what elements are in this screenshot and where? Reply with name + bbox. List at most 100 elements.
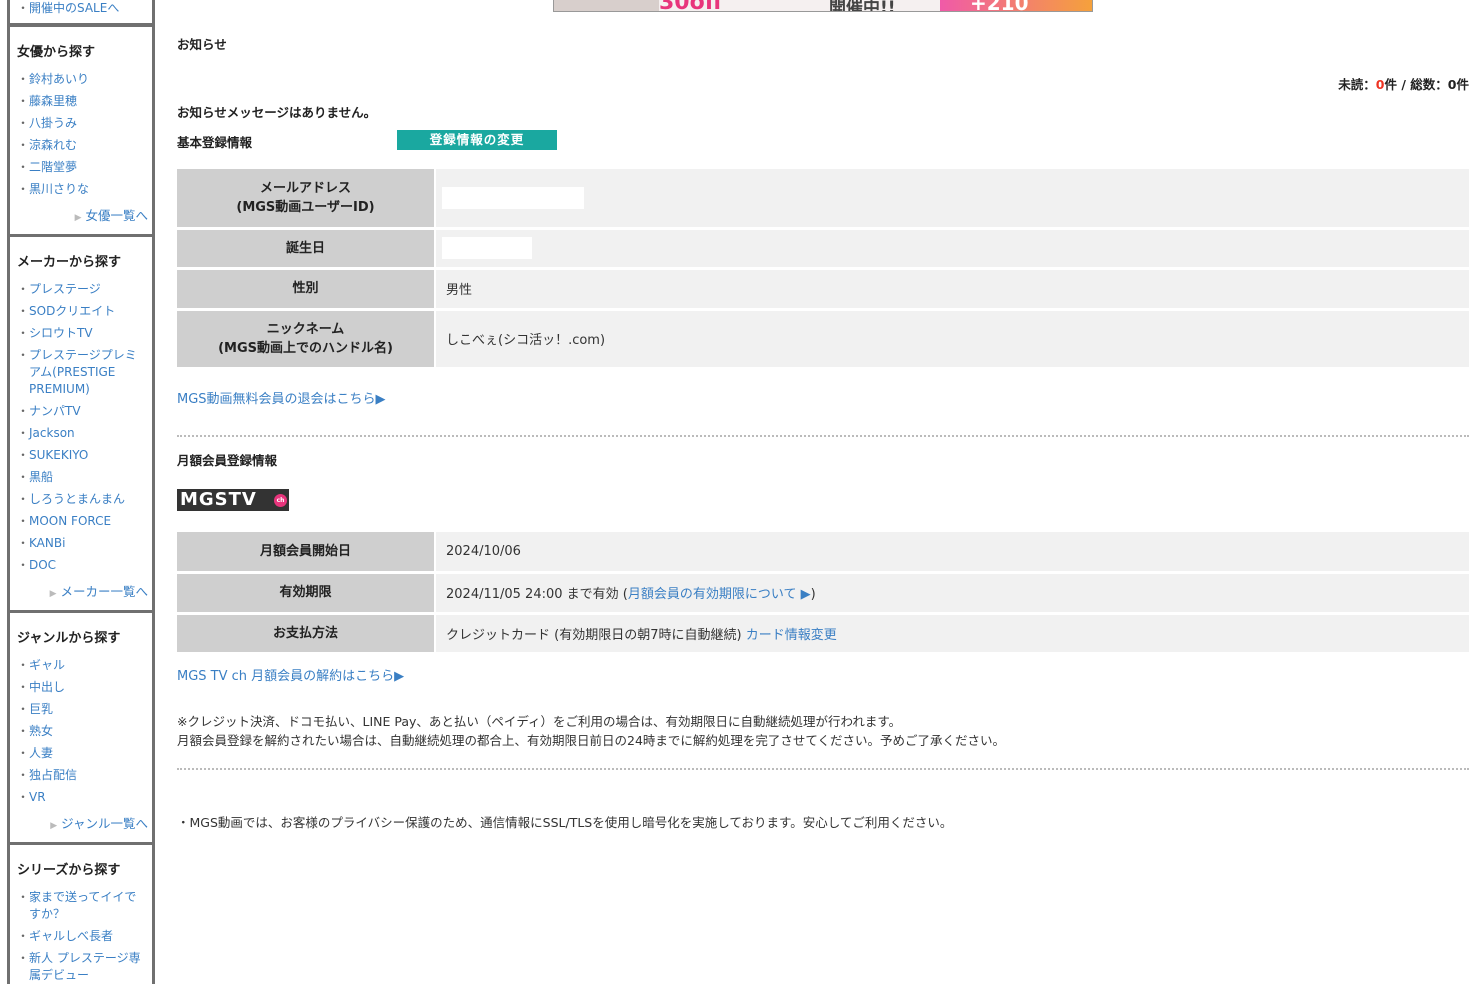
list-item: ・黒川さりな [17, 181, 90, 198]
genre-link[interactable]: 人妻 [29, 745, 53, 762]
actress-link[interactable]: 黒川さりな [29, 181, 89, 198]
list-item: ・涼森れむ [17, 137, 78, 154]
maker-link[interactable]: しろうとまんまん [29, 491, 125, 508]
series-list: ・家まで送ってイイですか？ ・ギャルしべ長者 ・新人 プレステージ専属デビュー [17, 889, 152, 984]
withdraw-link[interactable]: MGS動画無料会員の退会はこちら▶ [177, 388, 386, 407]
divider [177, 768, 1469, 770]
maker-section-title: メーカーから探す [17, 255, 122, 270]
sale-link[interactable]: 開催中のSALEへ [29, 0, 119, 17]
expiry-info-link[interactable]: 月額会員の有効期限について ▶ [628, 587, 811, 602]
banner-text-right: +210 [970, 0, 1029, 12]
edit-registration-button[interactable]: 登録情報の変更 [397, 130, 557, 150]
email-masked-field [442, 186, 584, 209]
table-row: メールアドレス (MGS動画ユーザーID) [177, 169, 1469, 230]
actress-link[interactable]: 八掛うみ [29, 115, 77, 132]
ch-badge-icon: ch [274, 494, 287, 507]
maker-link[interactable]: DOC [29, 557, 56, 574]
card-change-link[interactable]: カード情報変更 [746, 628, 837, 643]
list-item: ・家まで送ってイイですか？ [17, 889, 152, 923]
nickname-label: ニックネーム (MGS動画上でのハンドル名) [177, 309, 436, 370]
maker-link[interactable]: SODクリエイト [29, 303, 115, 320]
empty-notice-message: お知らせメッセージはありません。 [177, 105, 377, 120]
list-item: ・しろうとまんまん [17, 491, 126, 508]
mgstv-logo: MGSTV ch [177, 489, 289, 511]
genre-link[interactable]: ギャル [29, 657, 65, 674]
maker-link[interactable]: MOON FORCE [29, 513, 111, 530]
list-item: ・ 開催中のSALEへ [17, 0, 120, 17]
list-item: ・中出し [17, 679, 66, 696]
birthday-value [435, 228, 1469, 270]
actress-link[interactable]: 藤森里穂 [29, 93, 77, 110]
list-item: ・人妻 [17, 745, 54, 762]
auto-renew-note: ※クレジット決済、ドコモ払い、LINE Pay、あと払い（ペイディ）をご利用の場… [177, 714, 1006, 748]
list-item: ・鈴村あいり [17, 71, 90, 88]
actress-block: 女優から探す ・鈴村あいり ・藤森里穂 ・八掛うみ ・涼森れむ ・二階堂夢 ・黒… [10, 27, 152, 234]
gender-value: 男性 [435, 268, 1469, 311]
divider [177, 435, 1469, 437]
list-item: ・プレステージ [17, 281, 101, 298]
notice-title: お知らせ [177, 37, 227, 52]
birthday-masked-field [442, 237, 532, 259]
email-label: メールアドレス (MGS動画ユーザーID) [177, 169, 436, 230]
maker-more: ▶ メーカー一覧へ [17, 581, 152, 600]
actress-link[interactable]: 鈴村あいり [29, 71, 89, 88]
list-item: ・新人 プレステージ専属デビュー [17, 950, 152, 984]
table-row: 性別 男性 [177, 268, 1469, 311]
list-item: ・ギャル [17, 657, 66, 674]
payment-label: お支払方法 [177, 613, 436, 655]
maker-link[interactable]: プレステージプレミアム(PRESTIGE PREMIUM) [29, 347, 148, 398]
series-link[interactable]: ギャルしべ長者 [29, 928, 113, 945]
gender-label: 性別 [177, 268, 436, 311]
list-item: ・巨乳 [17, 701, 54, 718]
maker-link[interactable]: SUKEKIYO [29, 447, 88, 464]
actress-link[interactable]: 涼森れむ [29, 137, 77, 154]
list-item: ・二階堂夢 [17, 159, 78, 176]
genre-link[interactable]: 独占配信 [29, 767, 77, 784]
genre-link[interactable]: 中出し [29, 679, 65, 696]
maker-link[interactable]: ナンパTV [29, 403, 81, 420]
genre-link[interactable]: VR [29, 789, 46, 806]
triangle-right-icon: ▶ [49, 589, 57, 599]
actress-list: ・鈴村あいり ・藤森里穂 ・八掛うみ ・涼森れむ ・二階堂夢 ・黒川さりな [17, 71, 152, 198]
genre-list-link[interactable]: ジャンル一覧へ [61, 816, 148, 831]
ssl-notice: ・MGS動画では、お客様のプライバシー保護のため、通信情報にSSL/TLSを使用… [177, 815, 953, 830]
genre-link[interactable]: 熟女 [29, 723, 53, 740]
list-item: ・独占配信 [17, 767, 78, 784]
triangle-right-icon: ▶ [74, 213, 82, 223]
cancel-subscription-link[interactable]: MGS TV ch 月額会員の解約はこちら▶ [177, 665, 404, 684]
table-row: お支払方法 クレジットカード (有効期限日の朝7時に自動継続) カード情報変更 [177, 613, 1469, 655]
promo-banner[interactable]: 30off 開催中!! +210 [553, 0, 1093, 12]
maker-list: ・プレステージ ・ SODクリエイト ・シロウトTV ・プレステージプレミアム(P… [17, 281, 152, 574]
genre-link[interactable]: 巨乳 [29, 701, 53, 718]
list-item: ・ナンパTV [17, 403, 81, 420]
start-date-label: 月額会員開始日 [177, 532, 436, 574]
list-item: ・ VR [17, 789, 46, 806]
genre-block: ジャンルから探す ・ギャル ・中出し ・巨乳 ・熟女 ・人妻 ・独占配信 ・ VR… [10, 613, 152, 842]
actress-link[interactable]: 二階堂夢 [29, 159, 77, 176]
list-item: ・八掛うみ [17, 115, 78, 132]
maker-block: メーカーから探す ・プレステージ ・ SODクリエイト ・シロウトTV ・プレステ… [10, 237, 152, 610]
actress-section-title: 女優から探す [17, 45, 96, 60]
maker-link[interactable]: KANBi [29, 535, 65, 552]
list-item: ・熟女 [17, 723, 54, 740]
unread-unit: 件 / 総数： [1384, 77, 1448, 92]
maker-link[interactable]: Jackson [29, 425, 75, 442]
list-item: ・ギャルしべ長者 [17, 928, 114, 945]
genre-list: ・ギャル ・中出し ・巨乳 ・熟女 ・人妻 ・独占配信 ・ VR [17, 657, 152, 806]
monthly-info-title: 月額会員登録情報 [177, 453, 278, 468]
series-link[interactable]: 新人 プレステージ専属デビュー [29, 950, 148, 984]
series-section-title: シリーズから探す [17, 863, 121, 878]
basic-info-title: 基本登録情報 [177, 135, 253, 150]
actress-more: ▶ 女優一覧へ [17, 205, 152, 224]
maker-link[interactable]: プレステージ [29, 281, 101, 298]
actress-list-link[interactable]: 女優一覧へ [85, 208, 148, 223]
banner-text-mid: 開催中!! [829, 0, 896, 12]
birthday-label: 誕生日 [177, 228, 436, 270]
maker-link[interactable]: シロウトTV [29, 325, 93, 342]
maker-list-link[interactable]: メーカー一覧へ [60, 584, 148, 599]
list-item: ・ MOON FORCE [17, 513, 112, 530]
banner-badge: +210 [940, 0, 1092, 12]
series-link[interactable]: 家まで送ってイイですか？ [29, 889, 148, 923]
nickname-value: しこべぇ(シコ活ッ！.com) [435, 309, 1469, 370]
maker-link[interactable]: 黒船 [29, 469, 53, 486]
